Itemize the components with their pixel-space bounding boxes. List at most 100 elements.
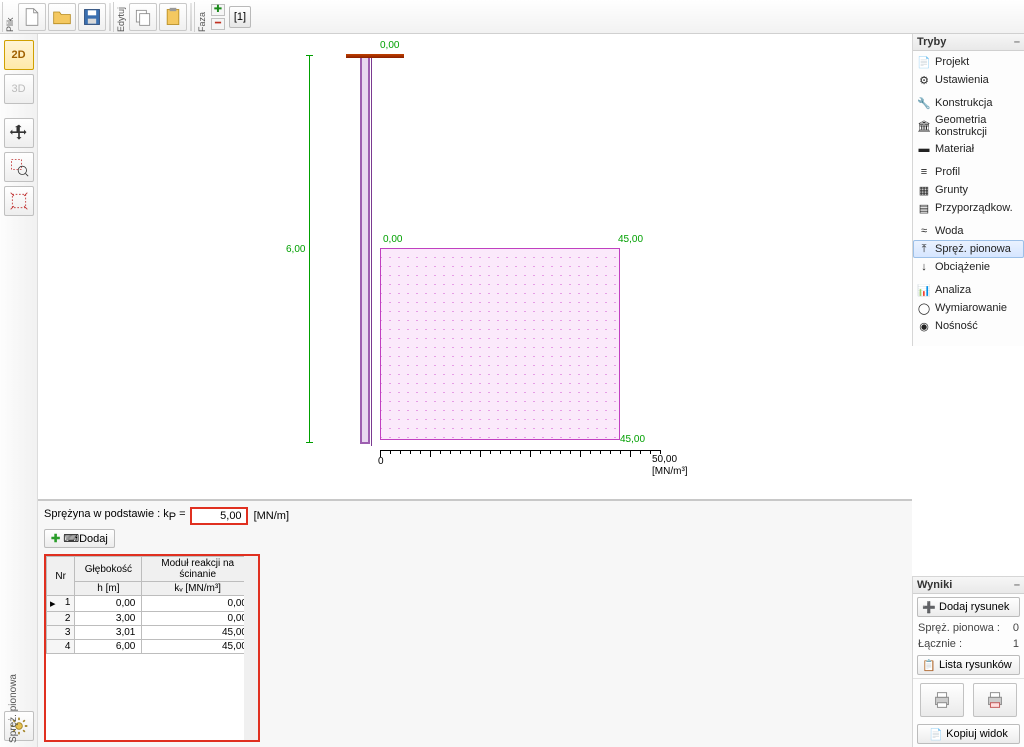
results-panel: Wyniki – ➕Dodaj rysunek Spręż. pionowa : 0… <box>912 576 1024 747</box>
kp-input[interactable] <box>190 507 248 525</box>
col-nr: Nr <box>47 557 75 596</box>
mode-icon: ⚙ <box>917 73 931 87</box>
results-row1-label: Spręż. pionowa : <box>918 622 1000 634</box>
copy-view-button[interactable]: 📄Kopiuj widok <box>917 724 1020 744</box>
mode-item-woda[interactable]: ≈ Woda <box>913 222 1024 240</box>
mode-label: Geometria konstrukcji <box>935 114 1020 138</box>
y-dimension-value: 6,00 <box>286 244 305 255</box>
zoom-window-button[interactable] <box>4 152 34 182</box>
add-drawing-button[interactable]: ➕Dodaj rysunek <box>917 597 1020 617</box>
col-depth-unit: h [m] <box>75 582 142 596</box>
list-drawings-button[interactable]: 📋Lista rysunków <box>917 655 1020 675</box>
col-mod-unit: kᵥ [MN/m³] <box>142 582 254 596</box>
kv-table[interactable]: Nr Głębokość Moduł reakcji na ścinanie h… <box>46 556 254 654</box>
modes-panel: Tryby– 📄Projekt⚙Ustawienia🔧Konstrukcja🏛G… <box>912 34 1024 346</box>
group-label-edit: Edytuj <box>113 2 128 32</box>
add-row-button[interactable]: ✚⌨ Dodaj <box>44 529 115 548</box>
spring-panel-side-label: Spręż. pionowa <box>8 674 38 743</box>
mode-label: Nośność <box>935 320 978 332</box>
mode-item-przyporz-dkow-[interactable]: ▤ Przyporządkow. <box>913 199 1024 217</box>
mode-icon: ▤ <box>917 201 931 215</box>
mode-label: Projekt <box>935 56 969 68</box>
kp-unit: [MN/m] <box>254 510 289 522</box>
label-right-top: 45,00 <box>618 234 643 245</box>
label-top-zero: 0,00 <box>380 40 399 51</box>
mode-item-konstrukcja[interactable]: 🔧 Konstrukcja <box>913 94 1024 112</box>
spring-panel: Spręż. pionowa Sprężyna w podstawie : kP… <box>38 500 912 747</box>
pile-axis <box>371 58 372 446</box>
paste-button[interactable] <box>159 3 187 31</box>
table-row[interactable]: ▸10,000,00 <box>47 596 254 612</box>
results-minimize[interactable]: – <box>1014 579 1020 591</box>
col-mod: Moduł reakcji na ścinanie <box>142 557 254 582</box>
save-file-button[interactable] <box>78 3 106 31</box>
phase-tab-1[interactable]: [1] <box>229 6 251 28</box>
mode-icon: ◉ <box>917 319 931 333</box>
x-axis: 0 50,00 [MN/m³] <box>380 450 680 474</box>
results-title: Wyniki <box>917 579 952 591</box>
print-color-button[interactable] <box>973 683 1017 717</box>
mode-icon: ▬ <box>917 142 931 156</box>
mode-label: Spręż. pionowa <box>935 243 1011 255</box>
zoom-extents-button[interactable] <box>4 186 34 216</box>
table-row[interactable]: 33,0145,00 <box>47 626 254 640</box>
results-row2-label: Łącznie : <box>918 638 962 650</box>
table-row[interactable]: 23,000,00 <box>47 612 254 626</box>
mode-icon: ↓ <box>917 260 931 274</box>
mode-item-geometria-konstrukcji[interactable]: 🏛 Geometria konstrukcji <box>913 112 1024 140</box>
label-right-bottom: 45,00 <box>620 434 645 445</box>
view-2d-button[interactable]: 2D <box>4 40 34 70</box>
mode-item-wymiarowanie[interactable]: ◯ Wymiarowanie <box>913 299 1024 317</box>
table-row[interactable]: 46,0045,00 <box>47 640 254 654</box>
mode-label: Wymiarowanie <box>935 302 1007 314</box>
mode-icon: ≡ <box>917 165 931 179</box>
spring-base-label: Sprężyna w podstawie : kP = <box>44 508 186 523</box>
kv-table-container: Nr Głębokość Moduł reakcji na ścinanie h… <box>44 554 260 742</box>
copy-button[interactable] <box>129 3 157 31</box>
mode-label: Konstrukcja <box>935 97 992 109</box>
mode-item-grunty[interactable]: ▦Grunty <box>913 181 1024 199</box>
mode-icon: ⤒ <box>917 242 931 256</box>
phase-remove-button[interactable]: ━ <box>211 18 225 30</box>
y-dimension-line <box>309 55 310 443</box>
mode-item-no-no-[interactable]: ◉ Nośność <box>913 317 1024 335</box>
drawing-canvas[interactable]: 6,00 0,00 0,00 45,00 45,00 0 50,00 [MN/m… <box>38 34 912 500</box>
kv-profile-area <box>380 248 620 440</box>
mode-icon: ≈ <box>917 224 931 238</box>
mode-label: Ustawienia <box>935 74 989 86</box>
mode-icon: 🔧 <box>917 96 931 110</box>
mode-item-analiza[interactable]: 📊 Analiza <box>913 281 1024 299</box>
mode-item-spr-pionowa[interactable]: ⤒ Spręż. pionowa <box>913 240 1024 258</box>
mode-label: Profil <box>935 166 960 178</box>
results-row1-value: 0 <box>1013 622 1019 634</box>
new-file-button[interactable] <box>18 3 46 31</box>
table-scrollbar[interactable] <box>244 556 258 740</box>
view-3d-button[interactable]: 3D <box>4 74 34 104</box>
left-toolbar: 2D 3D <box>0 34 38 747</box>
pile-body <box>360 58 370 444</box>
phase-add-button[interactable]: ✚ <box>211 4 225 16</box>
modes-minimize[interactable]: – <box>1014 36 1020 48</box>
col-depth: Głębokość <box>75 557 142 582</box>
mode-label: Obciążenie <box>935 261 990 273</box>
mode-label: Analiza <box>935 284 971 296</box>
open-file-button[interactable] <box>48 3 76 31</box>
pile-cap <box>346 54 404 58</box>
mode-icon: 📄 <box>917 55 931 69</box>
mode-item-profil[interactable]: ≡ Profil <box>913 163 1024 181</box>
pan-button[interactable] <box>4 118 34 148</box>
group-label-phase: Faza <box>194 2 209 32</box>
mode-label: Materiał <box>935 143 974 155</box>
mode-item-materia-[interactable]: ▬ Materiał <box>913 140 1024 158</box>
mode-label: Woda <box>935 225 964 237</box>
label-mid-zero: 0,00 <box>383 234 402 245</box>
mode-item-ustawienia[interactable]: ⚙ Ustawienia <box>913 71 1024 89</box>
mode-icon: 🏛 <box>917 119 931 133</box>
mode-label: Przyporządkow. <box>935 202 1013 214</box>
mode-item-obci-enie[interactable]: ↓ Obciążenie <box>913 258 1024 276</box>
results-row2-value: 1 <box>1013 638 1019 650</box>
mode-icon: ◯ <box>917 301 931 315</box>
mode-icon: 📊 <box>917 283 931 297</box>
print-button[interactable] <box>920 683 964 717</box>
mode-item-projekt[interactable]: 📄 Projekt <box>913 53 1024 71</box>
